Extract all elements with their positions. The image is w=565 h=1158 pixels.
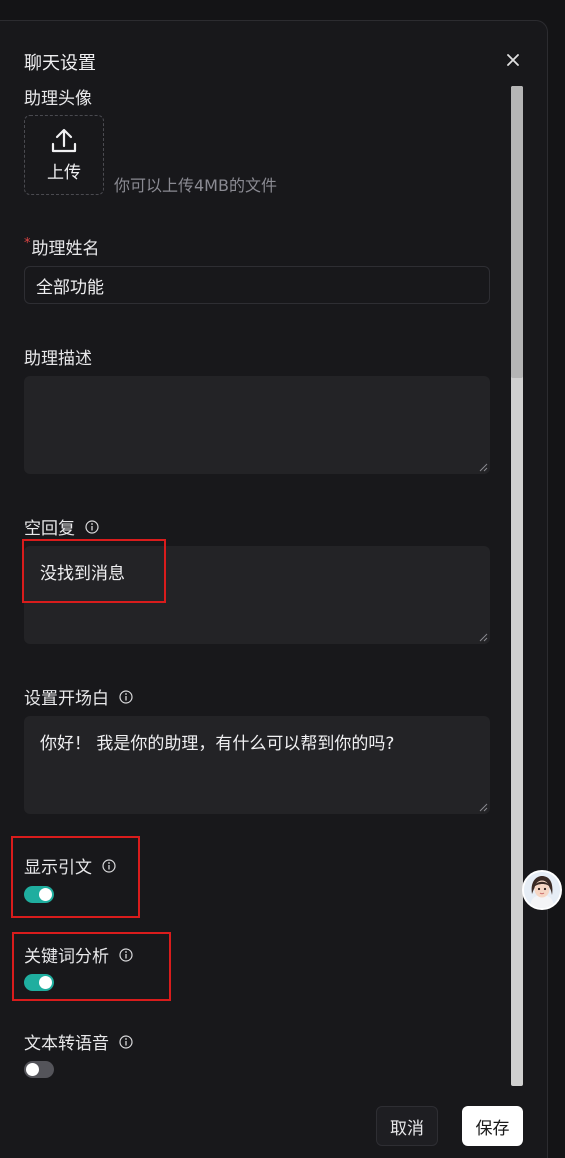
- info-icon[interactable]: [119, 689, 133, 704]
- description-textarea[interactable]: [24, 376, 490, 474]
- resize-grip-icon[interactable]: [479, 633, 488, 642]
- resize-grip-icon[interactable]: [479, 803, 488, 812]
- info-icon[interactable]: [119, 947, 133, 962]
- empty-reply-label: 空回复: [24, 514, 99, 539]
- opening-textarea[interactable]: 你好！ 我是你的助理，有什么可以帮到你的吗?: [24, 716, 490, 814]
- upload-hint: 你可以上传4MB的文件: [114, 176, 277, 195]
- empty-reply-value: 没找到消息: [40, 564, 125, 584]
- keyword-analysis-toggle[interactable]: [24, 974, 54, 991]
- upload-label: 上传: [47, 162, 81, 183]
- name-input[interactable]: 全部功能: [24, 266, 490, 304]
- info-icon[interactable]: [102, 858, 116, 873]
- toggle-knob: [26, 1063, 39, 1076]
- assistant-avatar-icon: [524, 872, 560, 908]
- required-mark: *: [24, 236, 31, 251]
- dialog-title: 聊天设置: [24, 53, 96, 74]
- opening-value: 你好！ 我是你的助理，有什么可以帮到你的吗?: [40, 734, 395, 754]
- info-icon[interactable]: [119, 1034, 133, 1049]
- description-label: 助理描述: [24, 349, 92, 369]
- close-button[interactable]: [503, 49, 523, 71]
- show-citation-toggle[interactable]: [24, 886, 54, 903]
- avatar-label: 助理头像: [24, 89, 92, 109]
- keyword-analysis-label: 关键词分析: [24, 942, 133, 967]
- toggle-knob: [39, 888, 52, 901]
- save-button[interactable]: 保存: [462, 1106, 523, 1146]
- show-citation-label: 显示引文: [24, 853, 116, 878]
- text-to-speech-toggle[interactable]: [24, 1061, 54, 1078]
- text-to-speech-label: 文本转语音: [24, 1029, 133, 1054]
- name-label: * 助理姓名: [24, 236, 100, 259]
- opening-label: 设置开场白: [24, 684, 133, 709]
- empty-reply-textarea[interactable]: 没找到消息: [24, 546, 490, 644]
- cancel-button[interactable]: 取消: [376, 1106, 438, 1146]
- toggle-knob: [39, 976, 52, 989]
- resize-grip-icon[interactable]: [479, 463, 488, 472]
- assistant-avatar[interactable]: [522, 870, 562, 910]
- avatar-upload-button[interactable]: 上传: [24, 115, 104, 195]
- upload-icon: [51, 128, 77, 152]
- scrollbar-thumb[interactable]: [511, 86, 523, 378]
- close-icon: [507, 54, 519, 66]
- scrollbar[interactable]: [511, 86, 523, 1086]
- info-icon[interactable]: [85, 519, 99, 534]
